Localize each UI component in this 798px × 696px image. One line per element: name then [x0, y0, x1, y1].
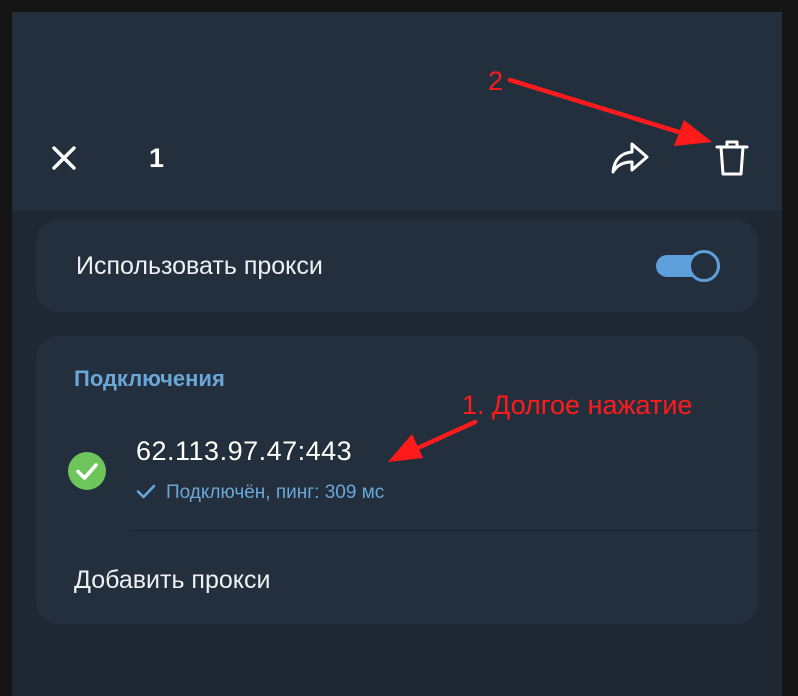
divider — [132, 530, 758, 531]
proxy-settings-screen: 1 Использовать прокси Подключения 62.113… — [12, 12, 782, 696]
delete-button[interactable] — [714, 138, 750, 178]
check-circle-icon — [68, 452, 106, 490]
use-proxy-toggle[interactable] — [656, 250, 720, 282]
use-proxy-card: Использовать прокси — [36, 220, 758, 312]
close-button[interactable] — [48, 142, 80, 174]
share-arrow-icon — [611, 142, 649, 174]
selected-count: 1 — [149, 143, 165, 173]
add-proxy-button[interactable]: Добавить прокси — [74, 546, 290, 614]
proxy-status-text: Подключён, пинг: 309 мс — [166, 482, 385, 503]
toggle-knob — [688, 250, 720, 282]
proxy-status: Подключён, пинг: 309 мс — [136, 482, 384, 504]
close-icon — [52, 146, 76, 170]
proxy-list-item[interactable]: 62.113.97.47:443 Подключён, пинг: 309 мс — [36, 422, 758, 532]
connections-card: Подключения 62.113.97.47:443 Подключён, … — [36, 336, 758, 624]
connections-heading: Подключения — [74, 366, 225, 391]
check-icon — [136, 484, 156, 499]
use-proxy-label: Использовать прокси — [76, 252, 323, 280]
selection-header: 1 — [12, 12, 782, 210]
share-button[interactable] — [610, 140, 650, 176]
proxy-address: 62.113.97.47:443 — [136, 436, 353, 466]
trash-icon — [715, 140, 749, 176]
